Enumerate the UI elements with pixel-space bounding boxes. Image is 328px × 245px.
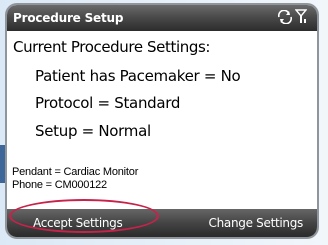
screenshot-stage: Procedure Setup Current Procedure Settin… bbox=[0, 0, 328, 245]
change-settings-button[interactable]: Change Settings bbox=[209, 216, 304, 230]
sync-icon bbox=[277, 9, 293, 28]
device-screen: Procedure Setup Current Procedure Settin… bbox=[5, 3, 319, 239]
title-bar: Procedure Setup bbox=[7, 5, 317, 31]
window-title: Procedure Setup bbox=[13, 11, 124, 25]
setting-protocol: Protocol = Standard bbox=[35, 94, 181, 112]
pendant-info: Pendant = Cardiac Monitor bbox=[12, 166, 139, 178]
signal-icon bbox=[294, 8, 308, 28]
settings-heading: Current Procedure Settings: bbox=[13, 38, 211, 56]
settings-content: Current Procedure Settings: Patient has … bbox=[7, 31, 317, 209]
setting-setup: Setup = Normal bbox=[35, 122, 151, 140]
phone-info: Phone = CM000122 bbox=[12, 179, 107, 191]
status-icons bbox=[277, 8, 308, 28]
accept-settings-button[interactable]: Accept Settings bbox=[33, 216, 123, 230]
setting-pacemaker: Patient has Pacemaker = No bbox=[35, 67, 241, 85]
softkey-bar: Accept Settings Change Settings bbox=[7, 209, 317, 237]
